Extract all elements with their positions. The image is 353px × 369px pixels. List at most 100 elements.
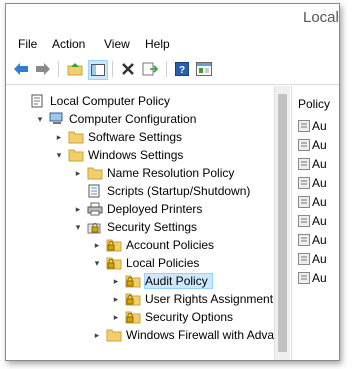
lock-folder-icon (106, 256, 122, 270)
tree-node[interactable]: ▾ Local Policies (92, 254, 200, 272)
expand-arrow-icon[interactable]: ▸ (73, 168, 83, 178)
folder-icon (68, 148, 84, 162)
tree-node-label[interactable]: Deployed Printers (107, 202, 202, 216)
policy-setting-icon (298, 120, 310, 132)
tree-node[interactable]: ▾ Computer Configuration (35, 110, 197, 128)
tree-node[interactable]: ▸ Name Resolution Policy (73, 164, 235, 182)
toolbar: ? (6, 56, 339, 85)
expand-arrow-icon[interactable]: ▸ (111, 276, 121, 286)
policy-column-header[interactable]: Policy (298, 97, 330, 111)
tree-node-label[interactable]: Local Computer Policy (50, 94, 170, 108)
properties-icon[interactable] (195, 60, 213, 78)
toolbar-separator (112, 61, 113, 77)
tree-node-label[interactable]: Security Settings (107, 220, 197, 234)
details-pane: Policy Au Au Au Au Au Au Au Au Au (291, 86, 339, 360)
expand-arrow-icon[interactable]: ▸ (54, 132, 64, 142)
tree-node[interactable]: ▸ Windows Firewall with Advar (92, 326, 278, 344)
policy-list-item-label: Au (312, 271, 327, 285)
tree-node-label[interactable]: Name Resolution Policy (107, 166, 234, 180)
policy-list-item[interactable]: Au (298, 194, 327, 210)
policy-setting-icon (298, 139, 310, 151)
tree-node-label[interactable]: Computer Configuration (69, 112, 196, 126)
policy-list-item[interactable]: Au (298, 270, 327, 286)
toolbar-separator (166, 61, 167, 77)
policy-setting-icon (298, 158, 310, 170)
policy-list-item-label: Au (312, 233, 327, 247)
tree-node[interactable]: Scripts (Startup/Shutdown) (73, 182, 250, 200)
policy-list-item[interactable]: Au (298, 175, 327, 191)
tree-node[interactable]: ▸ Security Options (111, 308, 233, 326)
tree-node-label[interactable]: Scripts (Startup/Shutdown) (107, 184, 250, 198)
script-icon (87, 184, 103, 198)
tree-node[interactable]: ▸ User Rights Assignment (111, 290, 273, 308)
tree-node[interactable]: ▸ Software Settings (54, 128, 182, 146)
title-bar: Local (6, 4, 339, 34)
policy-list-item-label: Au (312, 157, 327, 171)
expand-arrow-icon[interactable]: ▸ (92, 330, 102, 340)
menu-view[interactable]: View (104, 37, 130, 51)
tree-node-label[interactable]: Windows Firewall with Advar (126, 328, 278, 342)
policy-list-item[interactable]: Au (298, 213, 327, 229)
window-title: Local (303, 9, 339, 26)
tree-node[interactable]: Local Computer Policy (16, 92, 170, 110)
menu-help[interactable]: Help (145, 37, 170, 51)
folder-icon (87, 166, 103, 180)
tree-node-label[interactable]: Security Options (145, 310, 233, 324)
computer-icon (49, 112, 65, 126)
policy-list-item[interactable]: Au (298, 118, 327, 134)
policy-setting-icon (298, 177, 310, 189)
security-icon (87, 220, 103, 234)
back-arrow-icon[interactable] (12, 60, 30, 78)
no-expander (16, 96, 26, 106)
folder-icon (106, 328, 122, 342)
tree-node-label[interactable]: Local Policies (126, 256, 199, 270)
forward-arrow-icon[interactable] (34, 60, 52, 78)
tree-scrollbar[interactable] (274, 86, 290, 360)
tree-node[interactable]: ▸ Deployed Printers (73, 200, 203, 218)
tree-node-label[interactable]: Audit Policy (144, 273, 213, 289)
tree-node-label[interactable]: Windows Settings (88, 148, 183, 162)
collapse-arrow-icon[interactable]: ▾ (73, 222, 83, 232)
show-hide-tree-icon[interactable] (88, 60, 108, 80)
help-icon[interactable]: ? (173, 60, 191, 78)
svg-text:?: ? (179, 65, 185, 76)
tree-node[interactable]: ▸ Account Policies (92, 236, 214, 254)
expand-arrow-icon[interactable]: ▸ (111, 312, 121, 322)
tree-node-label[interactable]: Software Settings (88, 130, 182, 144)
collapse-arrow-icon[interactable]: ▾ (92, 258, 102, 268)
policy-list-item-label: Au (312, 252, 327, 266)
lock-folder-icon (106, 238, 122, 252)
policy-setting-icon (298, 272, 310, 284)
delete-icon[interactable] (119, 60, 137, 78)
policy-list-item[interactable]: Au (298, 137, 327, 153)
expand-arrow-icon[interactable]: ▸ (111, 294, 121, 304)
tree-node[interactable]: ▾ Security Settings (73, 218, 197, 236)
tree-node-label[interactable]: User Rights Assignment (145, 292, 273, 306)
policy-list-item-label: Au (312, 119, 327, 133)
policy-list-item[interactable]: Au (298, 232, 327, 248)
no-expander (73, 186, 83, 196)
toolbar-separator (58, 61, 59, 77)
menu-file[interactable]: File (18, 37, 37, 51)
policy-setting-icon (298, 196, 310, 208)
policy-list-item[interactable]: Au (298, 251, 327, 267)
lock-folder-icon (125, 310, 141, 324)
scrollbar-thumb[interactable] (278, 94, 287, 352)
policy-setting-icon (298, 215, 310, 227)
expand-arrow-icon[interactable]: ▸ (92, 240, 102, 250)
tree-node[interactable]: ▾ Windows Settings (54, 146, 184, 164)
policy-list-item[interactable]: Au (298, 156, 327, 172)
expand-arrow-icon[interactable]: ▸ (73, 204, 83, 214)
collapse-arrow-icon[interactable]: ▾ (54, 150, 64, 160)
tree-node-label[interactable]: Account Policies (126, 238, 214, 252)
tree-node[interactable]: ▸ Audit Policy (111, 272, 213, 290)
policy-list-item-label: Au (312, 195, 327, 209)
collapse-arrow-icon[interactable]: ▾ (35, 114, 45, 124)
policy-list-item-label: Au (312, 138, 327, 152)
lock-folder-icon (125, 274, 141, 288)
up-folder-icon[interactable] (66, 60, 84, 78)
export-list-icon[interactable] (141, 60, 159, 78)
menu-action[interactable]: Action (52, 37, 85, 51)
menu-bar: File Action View Help (6, 34, 339, 56)
console-tree: Local Computer Policy ▾ Computer Configura… (6, 86, 286, 360)
